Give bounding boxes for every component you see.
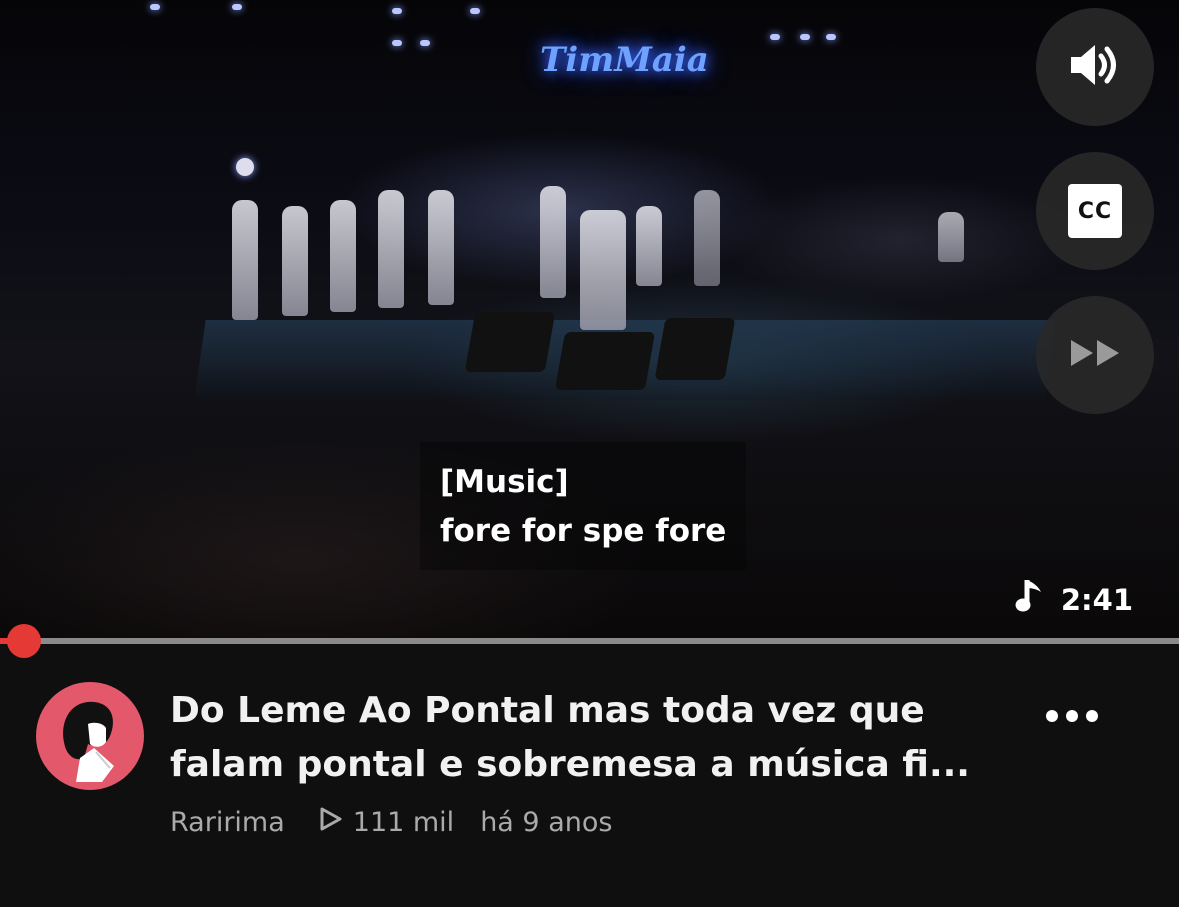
video-meta: Raririma 111 mil há 9 anos <box>170 806 612 839</box>
channel-avatar[interactable] <box>36 682 144 790</box>
stage-light <box>150 4 160 10</box>
musician <box>232 200 258 320</box>
more-dot-icon <box>1046 710 1058 722</box>
video-player[interactable]: TimMaia CC [Music] fore for spe fore 2:4… <box>0 0 1179 642</box>
caption-line: [Music] <box>440 464 569 500</box>
channel-name[interactable]: Raririma <box>170 807 285 838</box>
stage-light <box>420 40 430 46</box>
fast-forward-icon <box>1067 338 1123 373</box>
speaker-volume-icon <box>1067 40 1123 95</box>
stage-light <box>826 34 836 40</box>
duration-text: 2:41 <box>1060 582 1133 617</box>
musician <box>282 206 308 316</box>
cc-icon: CC <box>1068 184 1122 238</box>
venue-neon-sign: TimMaia <box>540 40 709 80</box>
video-title-line: Do Leme Ao Pontal mas toda vez que <box>170 690 925 731</box>
stage-light <box>800 34 810 40</box>
music-note-icon <box>1015 578 1045 621</box>
more-options-button[interactable] <box>1046 696 1098 736</box>
stage-light <box>470 8 480 14</box>
stage-light <box>770 34 780 40</box>
singer <box>580 210 626 330</box>
duration-badge: 2:41 <box>1015 578 1133 621</box>
stage-light <box>232 4 242 10</box>
view-count-text: 111 mil <box>352 807 455 838</box>
more-dot-icon <box>1086 710 1098 722</box>
musician <box>540 186 566 298</box>
stage-monitor <box>464 312 556 372</box>
caption-line: fore for spe fore <box>440 513 727 549</box>
fast-forward-button[interactable] <box>1036 296 1154 414</box>
stage-spotlight <box>236 158 254 176</box>
scrubber-handle[interactable] <box>6 624 41 658</box>
musician <box>378 190 404 308</box>
musician <box>330 200 356 312</box>
keyboardist <box>938 212 964 262</box>
more-dot-icon <box>1066 710 1078 722</box>
avatar-illustration <box>63 701 114 782</box>
video-title[interactable]: Do Leme Ao Pontal mas toda vez que falam… <box>170 684 1010 792</box>
upload-age: há 9 anos <box>480 807 613 838</box>
musician <box>694 190 720 286</box>
volume-button[interactable] <box>1036 8 1154 126</box>
video-title-line: falam pontal e sobremesa a música fi... <box>170 744 970 785</box>
stage-light <box>392 40 402 46</box>
musician <box>428 190 454 305</box>
view-count: 111 mil <box>319 806 454 839</box>
musician <box>636 206 662 286</box>
captions-button[interactable]: CC <box>1036 152 1154 270</box>
progress-bar[interactable] <box>0 624 1179 658</box>
stage-light <box>392 8 402 14</box>
stage-monitor <box>554 332 656 390</box>
caption-box: [Music] fore for spe fore <box>420 442 747 570</box>
stage-monitor <box>654 318 736 380</box>
play-outline-icon <box>319 806 343 839</box>
